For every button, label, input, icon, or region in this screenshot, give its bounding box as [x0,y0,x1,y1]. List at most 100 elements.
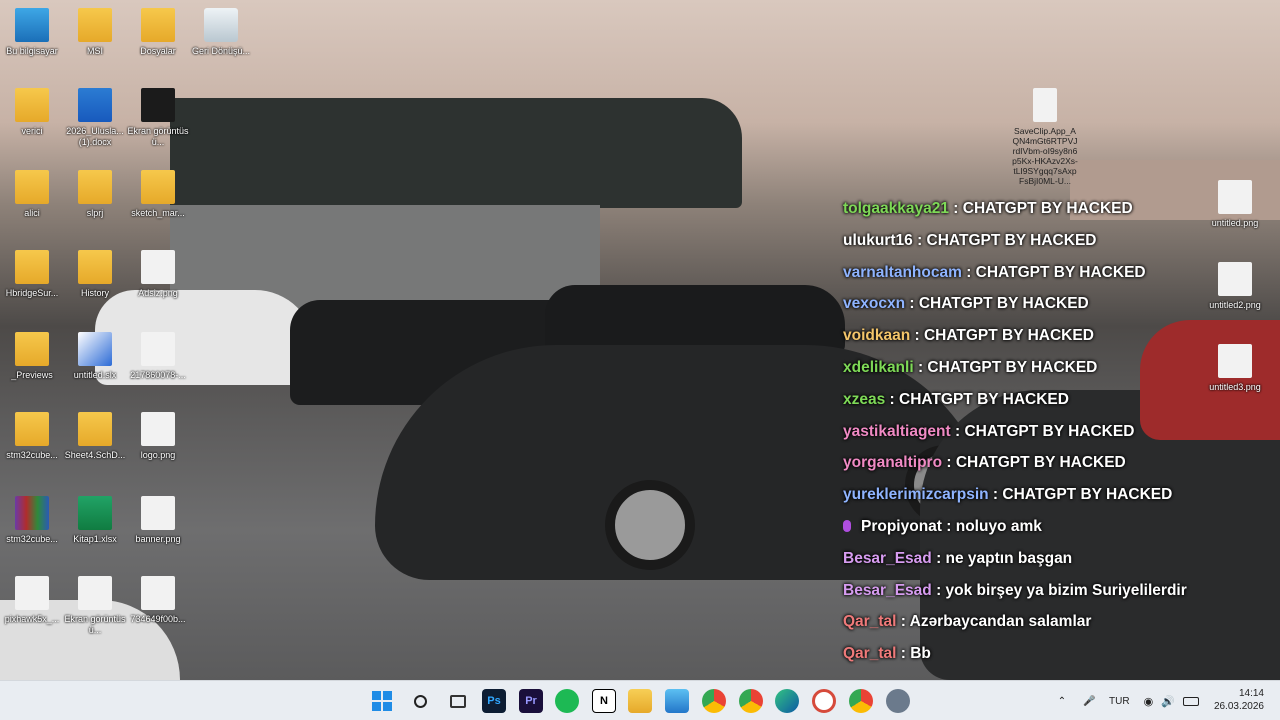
desktop-icon[interactable]: SaveClip.App_AQN4mGt6RTPVJrdIVbm-oI9sy8n… [1012,88,1078,186]
desktop-icon[interactable]: History [63,250,127,299]
chat-text: : CHATGPT BY HACKED [912,231,1097,249]
folder-icon [15,332,49,366]
chat-message: Besar_Esad : yok birşey ya bizim Suriyel… [843,582,1263,614]
desktop-icon[interactable]: 734649f00b... [126,576,190,625]
desktop-icon[interactable]: logo.png [126,412,190,461]
volume-icon[interactable]: 🔊 [1161,695,1175,708]
chat-message: voidkaan : CHATGPT BY HACKED [843,327,1263,359]
chat-message: xzeas : CHATGPT BY HACKED [843,391,1263,423]
chrome-profile2-icon[interactable] [849,689,873,713]
chat-text: : CHATGPT BY HACKED [913,358,1098,376]
start-icon[interactable] [370,689,394,713]
desktop-icon[interactable]: Dosyalar [126,8,190,57]
chat-message: Qar_tal : Bb [843,645,1263,677]
desktop-icon-label: Dosyalar [140,46,176,56]
desktop-icon[interactable]: banner.png [126,496,190,545]
desktop-icon[interactable]: 217860078-... [126,332,190,381]
premiere-icon[interactable]: Pr [519,689,543,713]
chat-username: Qar_tal [843,645,897,663]
desktop-icon-label: slprj [86,208,104,218]
clock[interactable]: 14:14 26.03.2026 [1214,687,1264,713]
settings-icon[interactable] [886,689,910,713]
screenshot-thumb-icon [141,88,175,122]
wifi-icon[interactable]: ◉ [1144,695,1154,708]
photos-icon[interactable] [665,689,689,713]
desktop-icon-label: banner.png [135,534,181,544]
chrome-profile-icon[interactable] [739,689,763,713]
chat-message: yorganaltipro : CHATGPT BY HACKED [843,454,1263,486]
desktop-icon[interactable]: Ekran görüntüsü... [126,88,190,148]
chat-message: tolgaakkaya21 : CHATGPT BY HACKED [843,200,1263,232]
task-view-icon[interactable] [446,689,470,713]
notion-icon[interactable]: N [592,689,616,713]
chat-line-faded [843,178,1263,200]
folder-icon [78,412,112,446]
chat-username: Qar_tal [843,613,897,631]
taskbar: Ps Pr N ⌃ 🎤 TUR ◉ 🔊 14:14 26.03.2026 [0,680,1280,720]
desktop-icon-label: Ekran görüntüsü... [127,126,189,147]
image-thumb-icon [141,412,175,446]
desktop-icon-label: 217860078-... [130,370,186,380]
desktop-icon[interactable]: MSI [63,8,127,57]
chat-message: yastikaltiagent : CHATGPT BY HACKED [843,423,1263,455]
desktop-icon[interactable]: untitled.slx [63,332,127,381]
desktop-icon[interactable]: slprj [63,170,127,219]
chat-message: varnaltanhocam : CHATGPT BY HACKED [843,264,1263,296]
desktop-icon[interactable]: verici [0,88,64,137]
desktop-icon[interactable]: Geri Dönüşü... [189,8,253,57]
folder-icon [141,170,175,204]
chat-message: xdelikanli : CHATGPT BY HACKED [843,359,1263,391]
chat-message: ulukurt16 : CHATGPT BY HACKED [843,232,1263,264]
desktop-icon-label: verici [21,126,43,136]
folder-icon [78,250,112,284]
chat-text: : CHATGPT BY HACKED [961,263,1146,281]
image-thumb-icon [78,576,112,610]
desktop-icon-label: Bu bilgisayar [6,46,58,56]
chat-message: Qar_tal : Azərbaycandan salamlar [843,613,1263,645]
desktop-icon[interactable]: _Previews [0,332,64,381]
file-explorer-icon[interactable] [628,689,652,713]
desktop-icon[interactable]: sketch_mar... [126,170,190,219]
desktop-icon[interactable]: pixhawk5x_... [0,576,64,625]
chat-message: Propiyonat : noluyo amk [843,518,1263,550]
desktop-icon[interactable]: Kitap1.xlsx [63,496,127,545]
photoshop-icon[interactable]: Ps [482,689,506,713]
excel-icon [78,496,112,530]
desktop-icon[interactable]: HbridgeSur... [0,250,64,299]
language-indicator[interactable]: TUR [1109,696,1130,707]
desktop-icon[interactable]: 2026_Ulusla...(1).docx [63,88,127,148]
chat-username: voidkaan [843,327,911,345]
desktop-icon-label: History [80,288,109,298]
desktop-icon[interactable]: Adsiz.png [126,250,190,299]
desktop-icon[interactable]: stm32cube... [0,412,64,461]
chat-message: yureklerimizcarpsin : CHATGPT BY HACKED [843,486,1263,518]
battery-icon[interactable] [1182,696,1199,706]
edge-icon[interactable] [775,689,799,713]
folder-icon [15,412,49,446]
desktop-icon[interactable]: alici [0,170,64,219]
image-thumb-icon [15,576,49,610]
recycle-bin-icon [204,8,238,42]
chevron-up-icon[interactable]: ⌃ [1055,696,1069,707]
monitor-icon [15,8,49,42]
chrome-icon[interactable] [702,689,726,713]
desktop-icon[interactable]: Ekran görüntüsü... [63,576,127,636]
image-thumb-icon [1033,88,1057,122]
chat-text: : Bb [896,645,931,663]
desktop-icon-label: alici [24,208,40,218]
desktop-icon[interactable]: Bu bilgisayar [0,8,64,57]
notion-label: N [600,695,608,707]
chat-text: : ne yaptın başgan [931,549,1073,567]
chat-username: yastikaltiagent [843,422,951,440]
spotify-icon[interactable] [555,689,579,713]
chat-username: yureklerimizcarpsin [843,486,989,504]
chat-text: : CHATGPT BY HACKED [885,390,1069,408]
desktop-icon[interactable]: Sheet4.SchD... [63,412,127,461]
simulink-icon [78,332,112,366]
search-icon[interactable] [408,689,432,713]
desktop-icon[interactable]: stm32cube... [0,496,64,545]
image-thumb-icon [141,496,175,530]
chat-username: Propiyonat [861,517,942,535]
chrome-alt-icon[interactable] [812,689,836,713]
microphone-icon[interactable]: 🎤 [1083,696,1095,707]
